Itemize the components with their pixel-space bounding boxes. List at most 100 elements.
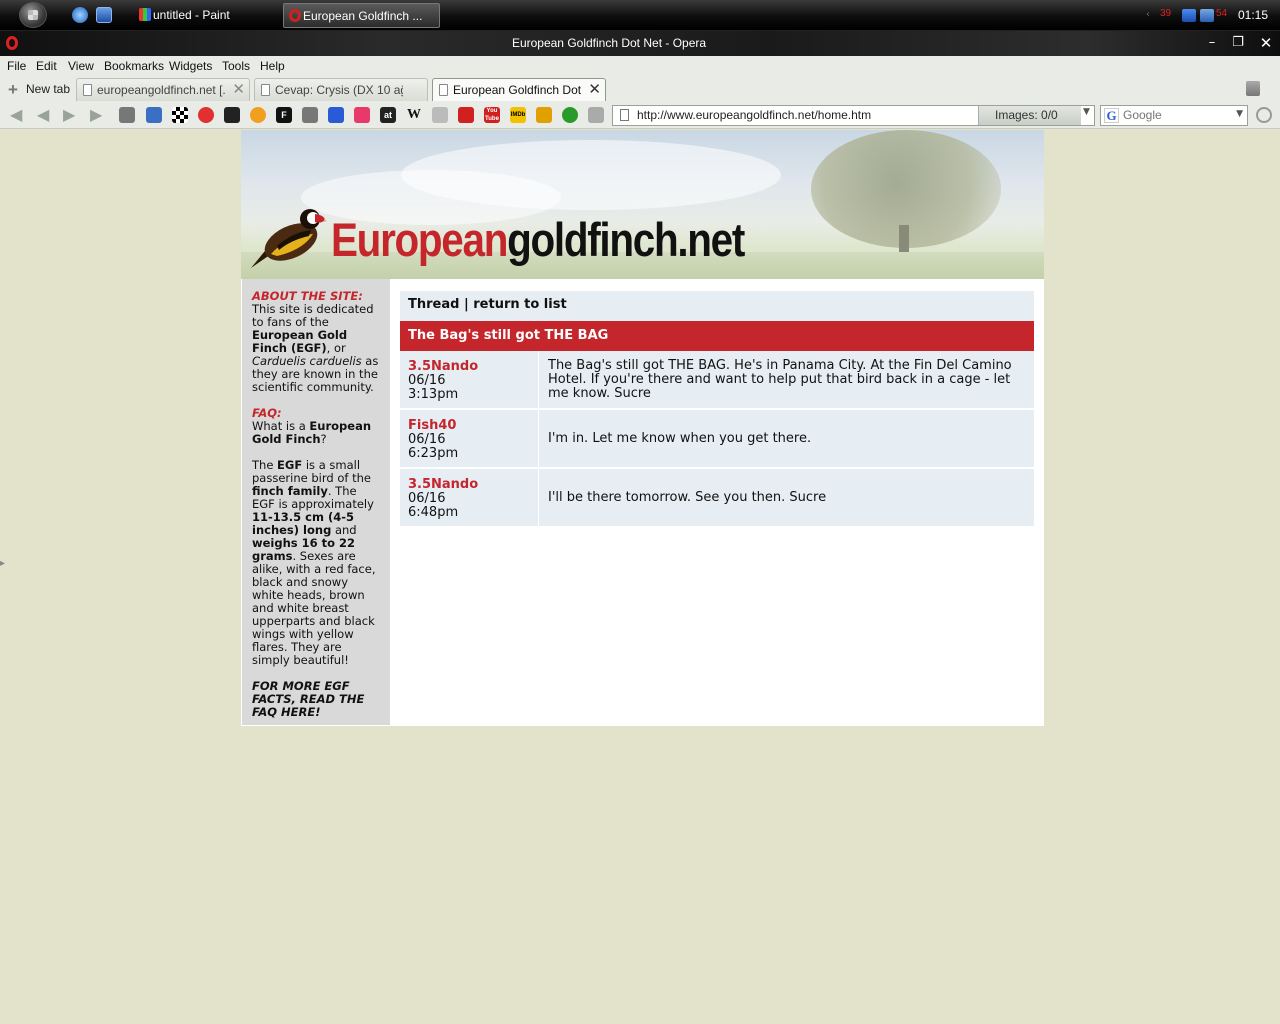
return-to-list-link[interactable]: return to list <box>473 297 566 312</box>
menu-tools[interactable]: Tools <box>222 59 250 73</box>
window-title: European Goldfinch Dot Net - Opera <box>511 36 707 50</box>
chevron-down-icon[interactable]: ▼ <box>1083 107 1090 117</box>
post-meta: 3.5Nando 06/16 3:13pm <box>400 351 539 408</box>
tab-bar: + New tab europeangoldfinch.net [... ✕ C… <box>0 77 1280 101</box>
panel-icon[interactable] <box>119 107 135 123</box>
google-icon[interactable]: G <box>1104 108 1119 123</box>
tab-label: European Goldfinch Dot ... <box>453 83 581 97</box>
page-container: Europeangoldfinch.net ABOUT THE SITE: Th… <box>241 130 1044 726</box>
internet-explorer-icon[interactable] <box>72 7 88 23</box>
forum-post: 3.5Nando 06/16 6:48pm I'll be there tomo… <box>400 469 1034 528</box>
post-meta: Fish40 06/16 6:23pm <box>400 410 539 467</box>
bookmark-icon[interactable] <box>172 107 188 123</box>
close-window-button[interactable]: ✕ <box>1256 34 1276 52</box>
thread-content: Thread | return to list The Bag's still … <box>400 291 1034 528</box>
network-icon[interactable] <box>1200 9 1214 22</box>
post-author[interactable]: Fish40 <box>408 419 538 433</box>
faq-text: and <box>331 523 357 537</box>
faq-text: What is a <box>252 419 310 433</box>
thread-label: Thread <box>408 297 460 312</box>
imdb-icon[interactable]: IMDb <box>510 107 526 123</box>
show-desktop-icon[interactable] <box>96 7 112 23</box>
bookmark-icon[interactable]: at <box>380 107 396 123</box>
post-author[interactable]: 3.5Nando <box>408 360 538 374</box>
rewind-icon[interactable]: ◀ <box>37 107 55 123</box>
network-activity-icon[interactable]: 39 <box>1160 8 1174 21</box>
post-time: 6:48pm <box>408 505 459 520</box>
site-logo[interactable]: Europeangoldfinch.net <box>331 212 745 267</box>
bookmark-icon[interactable] <box>146 107 162 123</box>
chevron-down-icon[interactable]: ▼ <box>1236 109 1243 119</box>
bookmark-icon[interactable] <box>536 107 552 123</box>
messenger-icon[interactable] <box>1182 9 1196 22</box>
post-author[interactable]: 3.5Nando <box>408 478 538 492</box>
images-label: Images: <box>995 108 1038 122</box>
faq-text: finch family <box>252 484 328 498</box>
fast-forward-icon[interactable]: ▶ <box>90 107 108 123</box>
new-tab-button[interactable]: + New tab <box>8 80 70 99</box>
plus-icon: + <box>8 80 18 99</box>
menu-bookmarks[interactable]: Bookmarks <box>104 59 164 73</box>
bookmark-icon[interactable] <box>224 107 240 123</box>
menu-file[interactable]: File <box>7 59 26 73</box>
bookmark-icon[interactable] <box>328 107 344 123</box>
faq-text: The <box>252 458 278 472</box>
network-activity-icon[interactable]: 54 <box>1216 8 1230 21</box>
faq-link[interactable]: FOR MORE EGF FACTS, READ THE FAQ HERE! <box>252 680 382 719</box>
wikipedia-icon[interactable]: W <box>406 107 422 123</box>
start-button[interactable] <box>19 2 47 28</box>
tab-label: Cevap: Crysis (DX 10 ağ... <box>275 83 403 97</box>
tab-cevap-crysis[interactable]: Cevap: Crysis (DX 10 ağ... <box>254 78 428 101</box>
about-text: Carduelis carduelis <box>252 354 362 368</box>
images-indicator[interactable]: Images: 0/0 <box>978 106 1081 125</box>
bookmark-icon[interactable] <box>458 107 474 123</box>
minimize-button[interactable]: – <box>1202 34 1222 52</box>
menu-view[interactable]: View <box>68 59 94 73</box>
post-date: 06/16 <box>408 373 446 388</box>
bookmark-icon[interactable] <box>354 107 370 123</box>
trash-icon[interactable] <box>1246 81 1260 96</box>
close-tab-icon[interactable]: ✕ <box>588 80 601 98</box>
sidebar: ABOUT THE SITE: This site is dedicated t… <box>242 279 390 725</box>
menu-edit[interactable]: Edit <box>36 59 57 73</box>
post-time: 6:23pm <box>408 446 459 461</box>
tab-european-goldfinch-active[interactable]: European Goldfinch Dot ... ✕ <box>432 78 606 101</box>
about-section: ABOUT THE SITE: This site is dedicated t… <box>252 290 382 394</box>
address-bar[interactable]: http://www.europeangoldfinch.net/home.ht… <box>612 105 1095 126</box>
back-icon[interactable]: ◀ <box>10 107 28 123</box>
taskbar-item-paint[interactable]: untitled - Paint <box>134 3 276 28</box>
bookmark-icon[interactable] <box>250 107 266 123</box>
post-time: 3:13pm <box>408 387 459 402</box>
bookmark-icon[interactable] <box>588 107 604 123</box>
site-logo-black: goldfinch.net <box>507 213 745 266</box>
bookmark-icon[interactable]: F <box>276 107 292 123</box>
menu-help[interactable]: Help <box>260 59 285 73</box>
navigation-toolbar: ◀ ◀ ▶ ▶ F at W You Tube IMDb http://www.… <box>0 101 1280 129</box>
menu-widgets[interactable]: Widgets <box>169 59 212 73</box>
about-text: , or <box>326 341 346 355</box>
close-tab-icon[interactable]: ✕ <box>232 80 245 98</box>
page-icon <box>620 109 629 121</box>
search-bar[interactable]: G ▼ <box>1100 105 1248 126</box>
faq-text: EGF <box>277 458 303 472</box>
address-text[interactable]: http://www.europeangoldfinch.net/home.ht… <box>637 108 871 122</box>
thread-header-separator: | <box>459 297 474 312</box>
restore-button[interactable]: ❐ <box>1228 34 1248 52</box>
taskbar-item-opera[interactable]: European Goldfinch ... <box>283 3 440 28</box>
faq-text: ? <box>320 432 327 446</box>
forward-icon[interactable]: ▶ <box>63 107 81 123</box>
bookmark-icon[interactable] <box>198 107 214 123</box>
panel-toggle-icon[interactable]: ▸ <box>0 558 5 569</box>
tray-expand-icon[interactable]: ‹ <box>1146 9 1160 22</box>
menu-bar: File Edit View Bookmarks Widgets Tools H… <box>0 56 1280 77</box>
bookmark-icon[interactable] <box>432 107 448 123</box>
opera-link-icon[interactable] <box>1256 107 1272 123</box>
search-input[interactable] <box>1123 108 1233 122</box>
bookmark-icon[interactable] <box>302 107 318 123</box>
system-tray: ‹ 39 54 01:15 <box>1140 0 1280 31</box>
forum-post: 3.5Nando 06/16 3:13pm The Bag's still go… <box>400 351 1034 410</box>
tab-europeangoldfinch[interactable]: europeangoldfinch.net [... ✕ <box>76 78 250 101</box>
youtube-icon[interactable]: You Tube <box>484 107 500 123</box>
clock[interactable]: 01:15 <box>1238 8 1268 22</box>
bookmark-icon[interactable] <box>562 107 578 123</box>
